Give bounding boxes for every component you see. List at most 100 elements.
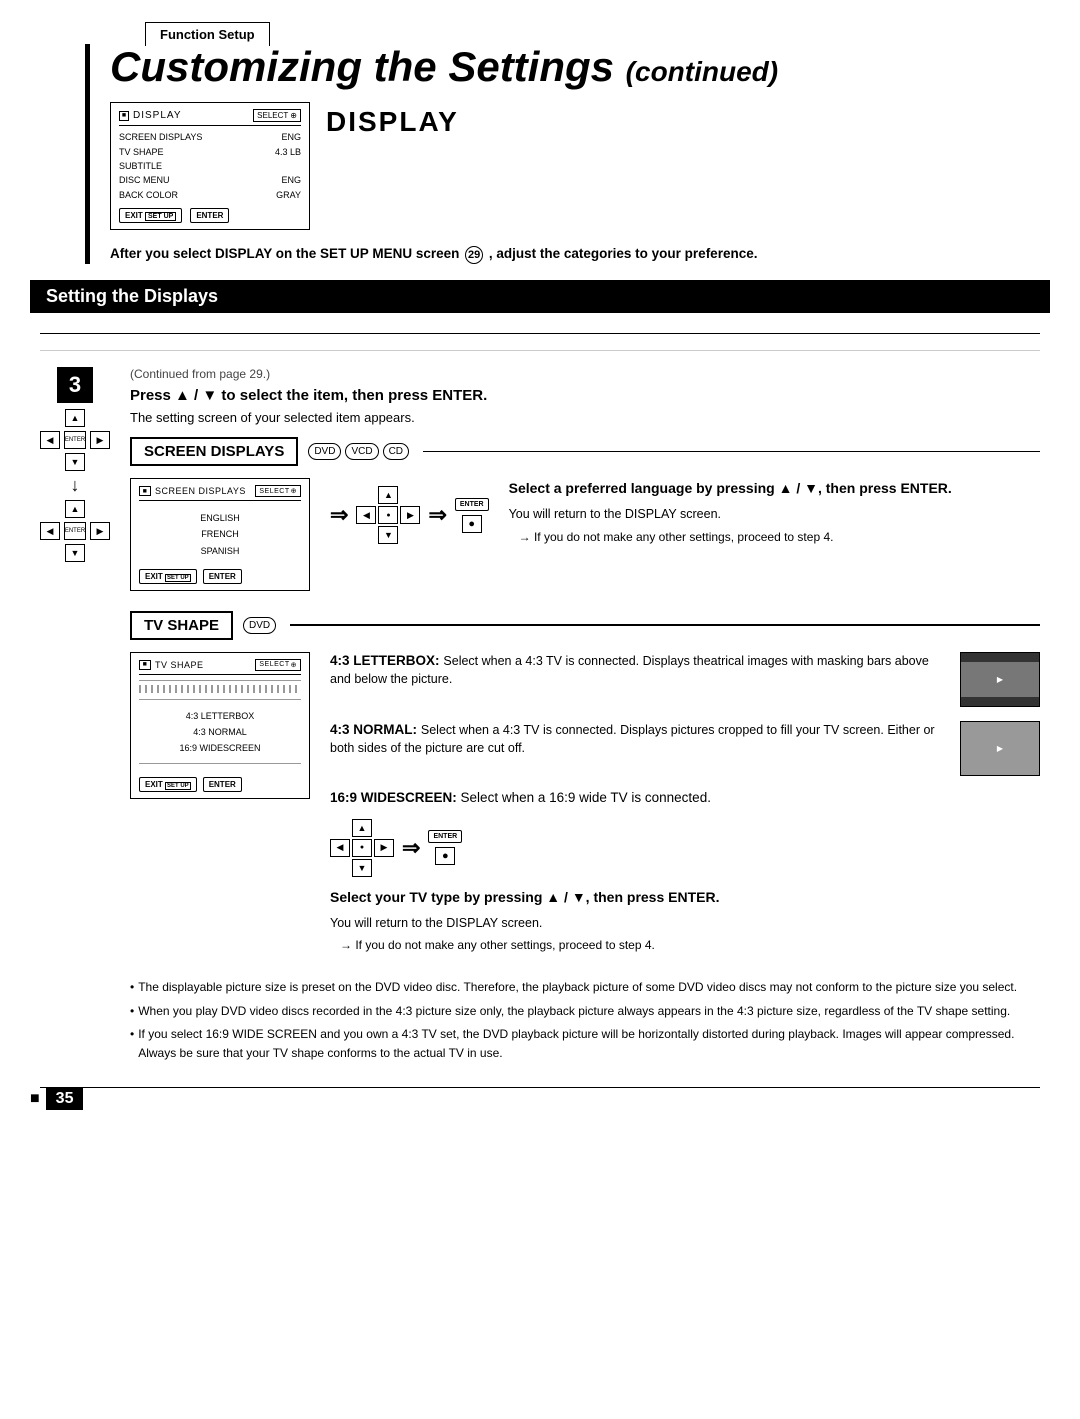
screen-displays-content: ■ SCREEN DISPLAYS SELECT ⊕ ENGLISH FRENC…: [130, 478, 1040, 591]
tvshape-pad-right: ▶: [374, 839, 394, 857]
section-header: Setting the Displays: [30, 280, 1050, 313]
tvshape-nav-pad: ▲ ◀ ● ▶ ▼: [330, 819, 394, 877]
menu-row: SUBTITLE: [119, 159, 301, 173]
bottom-divider: [40, 1087, 1040, 1088]
nav-right-btn: ▶: [90, 431, 110, 449]
pad-up: ▲: [378, 486, 398, 504]
menu-row: DISC MENUENG: [119, 173, 301, 187]
press-instruction: Press ▲ / ▼ to select the item, then pre…: [130, 387, 1040, 404]
tvshape-pad-left: ◀: [330, 839, 350, 857]
slider-bar: [139, 685, 301, 693]
step-text: (Continued from page 29.) Press ▲ / ▼ to…: [130, 367, 1040, 1067]
enter-btn: ENTER: [203, 569, 242, 584]
enter-badge: ENTER: [455, 498, 489, 511]
tvshape-right-arrow: ⇒: [402, 835, 420, 861]
nav-up-btn-2: ▲: [65, 500, 85, 518]
right-arrow-2: ⇒: [428, 502, 446, 528]
notes-section: • The displayable picture size is preset…: [130, 978, 1040, 1063]
nav-down-btn: ▼: [65, 453, 85, 471]
nav-center-btn-2: ENTER: [64, 522, 86, 540]
normal-desc: Select when a 4:3 TV is connected. Displ…: [330, 723, 935, 756]
select-button: SELECT ⊕: [253, 109, 301, 122]
tvshape-ms-items: 4:3 LETTERBOX 4:3 NORMAL 16:9 WIDESCREEN: [139, 704, 301, 761]
tv-shape-content: ■ TV SHAPE SELECT ⊕ 4:3 LETTERBOX: [130, 652, 1040, 959]
return-text: You will return to the DISPLAY screen.: [509, 505, 1040, 524]
page-title: Customizing the Settings (continued): [110, 44, 1050, 90]
pad-down: ▼: [378, 526, 398, 544]
ms-footer: EXIT SET UP ENTER: [139, 569, 301, 584]
screen-displays-title: SCREEN DISPLAYS: [130, 437, 298, 466]
normal-option: 4:3 NORMAL: Select when a 4:3 TV is conn…: [330, 721, 1040, 776]
cd-badge: CD: [383, 443, 409, 460]
tvshape-slider-bottom: [139, 763, 301, 771]
normal-img: ▶: [960, 721, 1040, 776]
nav-up-btn: ▲: [65, 409, 85, 427]
enter-button: ENTER: [190, 208, 229, 223]
nav-left-btn: ◀: [40, 431, 60, 449]
nav-right-btn-2: ▶: [90, 522, 110, 540]
tv-shape-title: TV SHAPE: [130, 611, 233, 640]
tvshape-pad-down: ▼: [352, 859, 372, 877]
widescreen-line: 16:9 WIDESCREEN: Select when a 16:9 wide…: [330, 790, 1040, 805]
tvshape-ms-footer: EXIT SET UP ENTER: [139, 777, 301, 792]
tvshape-enter-btn: ENTER: [203, 777, 242, 792]
function-setup-tab: Function Setup: [145, 22, 270, 46]
nav-left-btn-2: ◀: [40, 522, 60, 540]
normal-img-fill: ▶: [961, 722, 1039, 775]
page-number: ■ 35: [30, 1088, 83, 1110]
note-item-3: • If you select 16:9 WIDE SCREEN and you…: [130, 1025, 1040, 1063]
screen-displays-menu: ■ SCREEN DISPLAYS SELECT ⊕ ENGLISH FRENC…: [130, 478, 310, 591]
tv-shape-options: 4:3 LETTERBOX: Select when a 4:3 TV is c…: [330, 652, 1040, 959]
nav-center-btn: ENTER: [64, 431, 86, 449]
remote-bottom: ▲ ◀ ENTER ▶ ▼: [40, 500, 110, 562]
tvshape-exit-btn: EXIT SET UP: [139, 777, 197, 792]
lb-center: ▶: [961, 662, 1039, 697]
step-number-box: 3 ▲ ◀ ENTER ▶ ▼ ↓: [40, 367, 110, 562]
tvshape-ms-select: SELECT ⊕: [255, 659, 301, 671]
tvshape-ms-icon: ■: [139, 660, 151, 670]
nav-pad: ▲ ◀ ● ▶ ▼: [356, 486, 420, 544]
tvshape-enter-dot: ●: [435, 847, 455, 865]
pad-center: ●: [378, 506, 398, 524]
tvshape-slider: [139, 680, 301, 700]
step-row: 3 ▲ ◀ ENTER ▶ ▼ ↓: [40, 350, 1040, 1067]
letterbox-option: 4:3 LETTERBOX: Select when a 4:3 TV is c…: [330, 652, 1040, 707]
ms-items: ENGLISH FRENCH SPANISH: [139, 506, 301, 563]
menu-row: TV SHAPE4.3 LB: [119, 145, 301, 159]
letterbox-img: ▶: [960, 652, 1040, 707]
remote-top: ▲ ◀ ENTER ▶ ▼: [40, 409, 110, 471]
screen-displays-header: SCREEN DISPLAYS DVD VCD CD: [130, 437, 1040, 466]
arrow-remote: ⇒ ▲ ◀ ● ▶ ▼ ⇒: [330, 486, 489, 544]
screen-displays-right-text: Select a preferred language by pressing …: [509, 478, 1040, 550]
ms-header: ■ SCREEN DISPLAYS SELECT ⊕: [139, 485, 301, 501]
screen-displays-heading: Select a preferred language by pressing …: [509, 478, 1040, 499]
lb-top-bar: [961, 652, 1039, 662]
tvshape-right-text: Select your TV type by pressing ▲ / ▼, t…: [330, 887, 1040, 955]
tv-shape-section: TV SHAPE DVD ■ TV SHAPE SELECT ⊕: [130, 611, 1040, 959]
vcd-badge: VCD: [345, 443, 378, 460]
letterbox-label: 4:3 LETTERBOX:: [330, 653, 440, 668]
enter-col: ENTER ●: [455, 498, 489, 533]
pad-left: ◀: [356, 506, 376, 524]
menu-icon: ■: [119, 111, 129, 121]
tvshape-proceed-note: → If you do not make any other settings,…: [340, 936, 1040, 954]
menu-row: BACK COLORGRAY: [119, 188, 301, 202]
enter-center-dot: ●: [462, 515, 482, 533]
continued-note: (Continued from page 29.): [130, 367, 1040, 381]
ms-select: SELECT ⊕: [255, 485, 301, 497]
tvshape-pad-center: ●: [352, 839, 372, 857]
setting-screen-text: The setting screen of your selected item…: [130, 410, 1040, 425]
exit-btn: EXIT SET UP: [139, 569, 197, 584]
tv-shape-menu: ■ TV SHAPE SELECT ⊕ 4:3 LETTERBOX: [130, 652, 310, 800]
display-menu-screenshot: ■ DISPLAY SELECT ⊕ SCREEN DISPLAYSENG TV…: [110, 102, 310, 230]
right-arrow: ⇒: [330, 502, 348, 528]
menu-row: SCREEN DISPLAYSENG: [119, 130, 301, 144]
tv-shape-header: TV SHAPE DVD: [130, 611, 1040, 640]
note-item-1: • The displayable picture size is preset…: [130, 978, 1040, 997]
disc-badges: DVD VCD CD: [308, 443, 409, 460]
nav-down-btn-2: ▼: [65, 544, 85, 562]
tvshape-dvd-badge: DVD: [243, 617, 276, 634]
display-heading: DISPLAY: [326, 106, 459, 138]
step-number: 3: [57, 367, 93, 403]
screen-displays-section: SCREEN DISPLAYS DVD VCD CD ■: [130, 437, 1040, 591]
